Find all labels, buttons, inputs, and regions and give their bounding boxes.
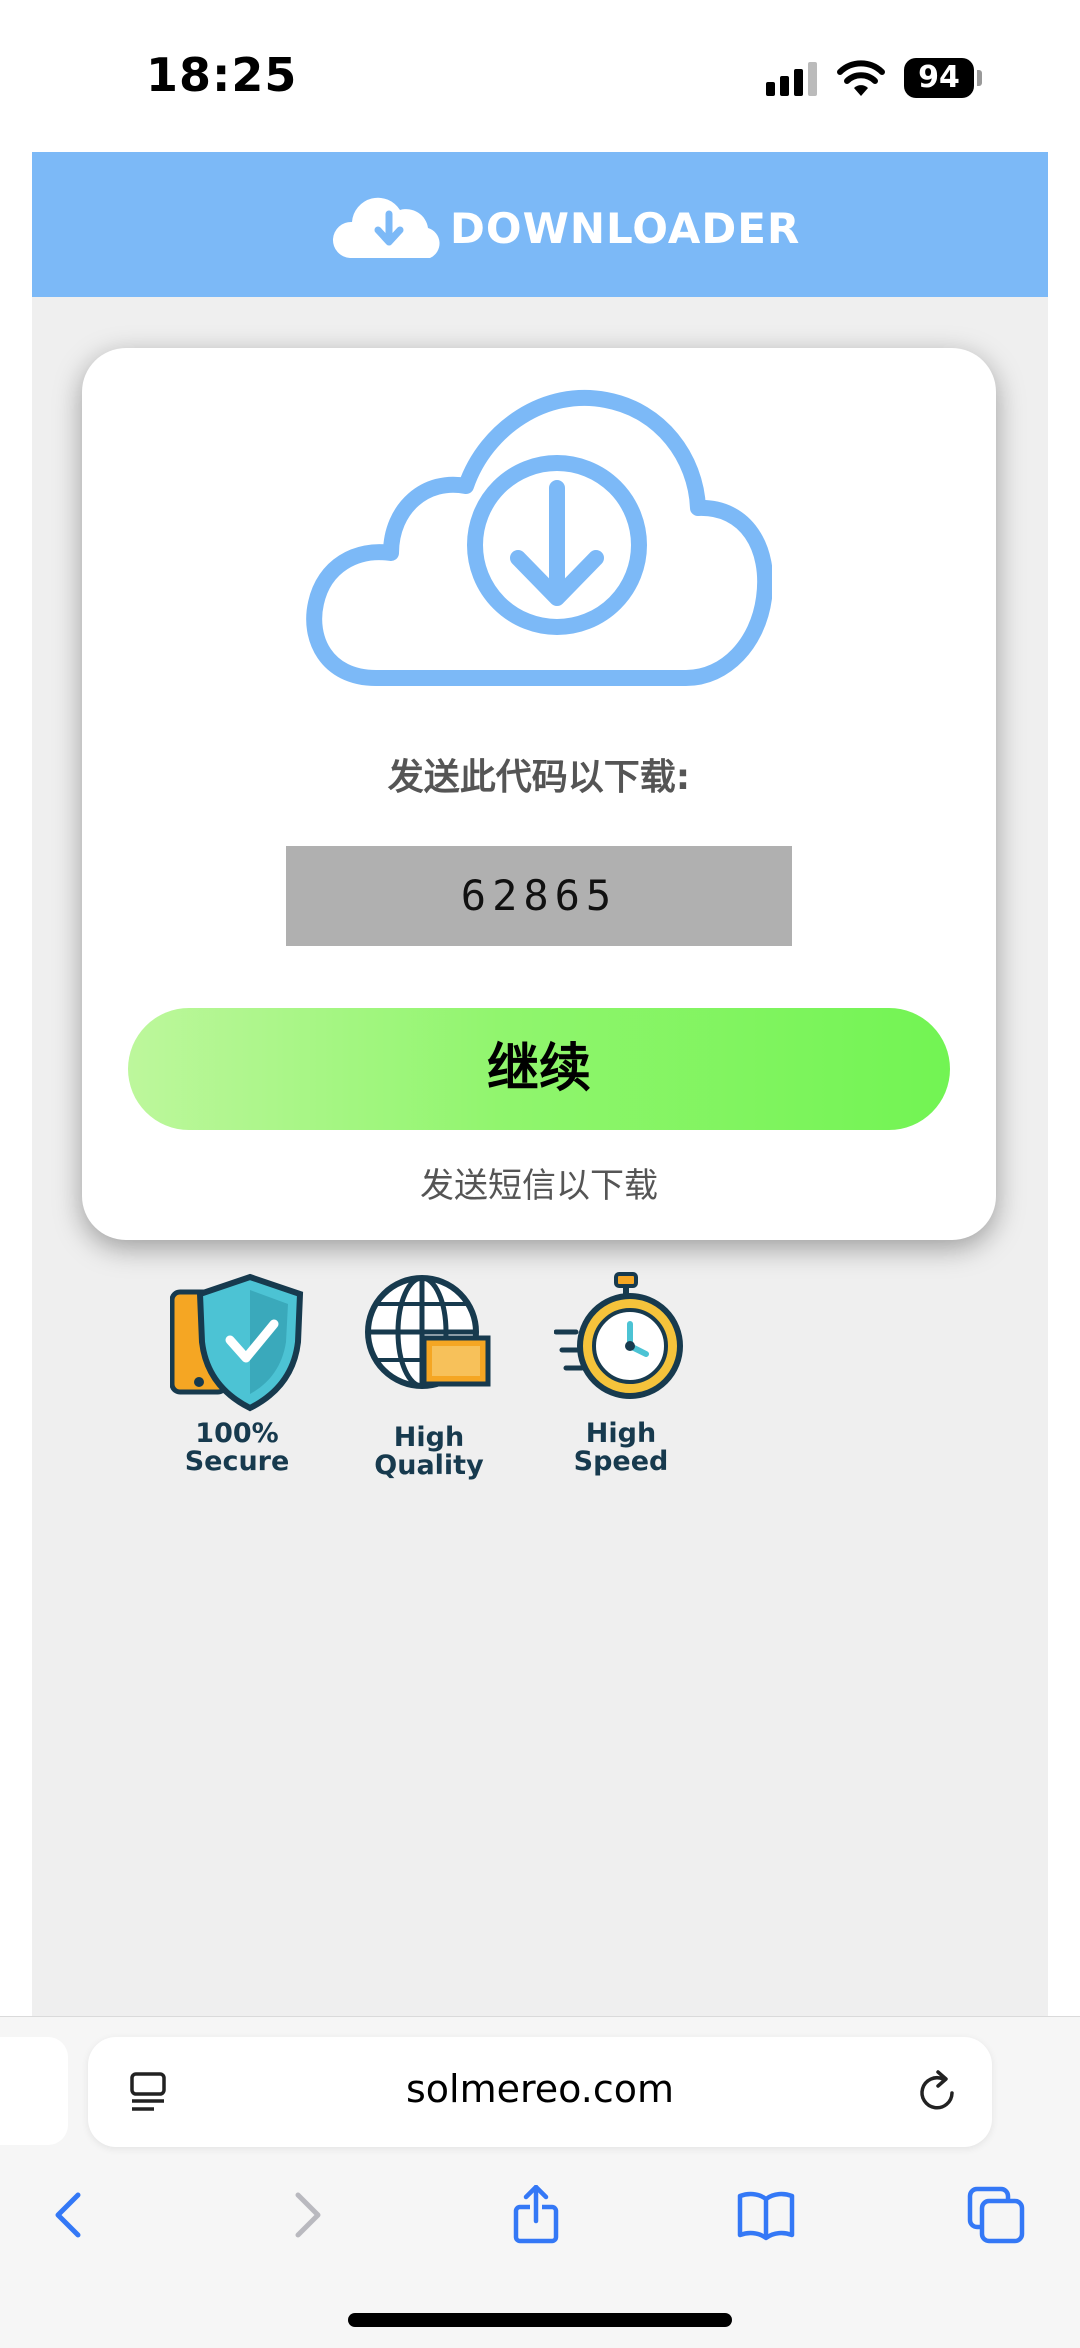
feature-label-line2: Speed [573,1446,669,1477]
web-page: DOWNLOADER 发送此代码以下载: 62865 继续 发送短信以下载 10… [32,152,1048,2018]
tabs-icon[interactable] [966,2185,1026,2245]
cloud-download-icon [306,389,772,686]
instruction-text: 发送此代码以下载: [387,757,691,798]
url-text: solmereo.com [406,2067,674,2111]
feature-speed: High Speed [546,1272,696,1502]
home-indicator [348,2313,732,2327]
bookmarks-icon[interactable] [736,2185,796,2245]
feature-quality: High Quality [354,1272,504,1502]
cellular-signal-icon [766,62,817,96]
logo-text: DOWNLOADER [450,204,801,253]
wifi-icon [837,60,885,96]
globe-hd-icon [365,1275,491,1389]
download-card: 发送此代码以下载: 62865 继续 发送短信以下载 [82,348,996,1240]
feature-secure: 100% Secure [162,1272,312,1502]
feature-label-line2: Quality [374,1450,484,1481]
battery-cap [977,70,982,86]
feature-label-line1: High [393,1422,465,1453]
cloud-download-logo-icon [332,197,440,258]
feature-label-line1: 100% [195,1418,279,1449]
stopwatch-icon [554,1272,683,1399]
status-time: 18:25 [146,48,298,102]
send-sms-link[interactable]: 发送短信以下载 [82,1158,996,1207]
share-icon[interactable] [506,2185,566,2245]
browser-toolbar: solmereo.com [0,2016,1080,2348]
reload-icon[interactable] [914,2069,960,2115]
features-row: 100% Secure High Quality High Speed [32,1272,1048,1502]
address-bar[interactable]: solmereo.com [88,2037,992,2147]
back-icon[interactable] [40,2185,100,2245]
forward-icon[interactable] [276,2185,336,2245]
battery-indicator: 94 [904,58,974,98]
feature-label-line2: Secure [184,1446,290,1477]
continue-button[interactable]: 继续 [128,1008,950,1130]
feature-label-line1: High [585,1418,657,1449]
status-bar: 18:25 94 [0,0,1080,150]
previous-tab-preview[interactable] [0,2037,68,2145]
site-header: DOWNLOADER [32,152,1048,297]
shield-phone-icon [170,1273,304,1412]
download-code: 62865 [286,846,792,946]
